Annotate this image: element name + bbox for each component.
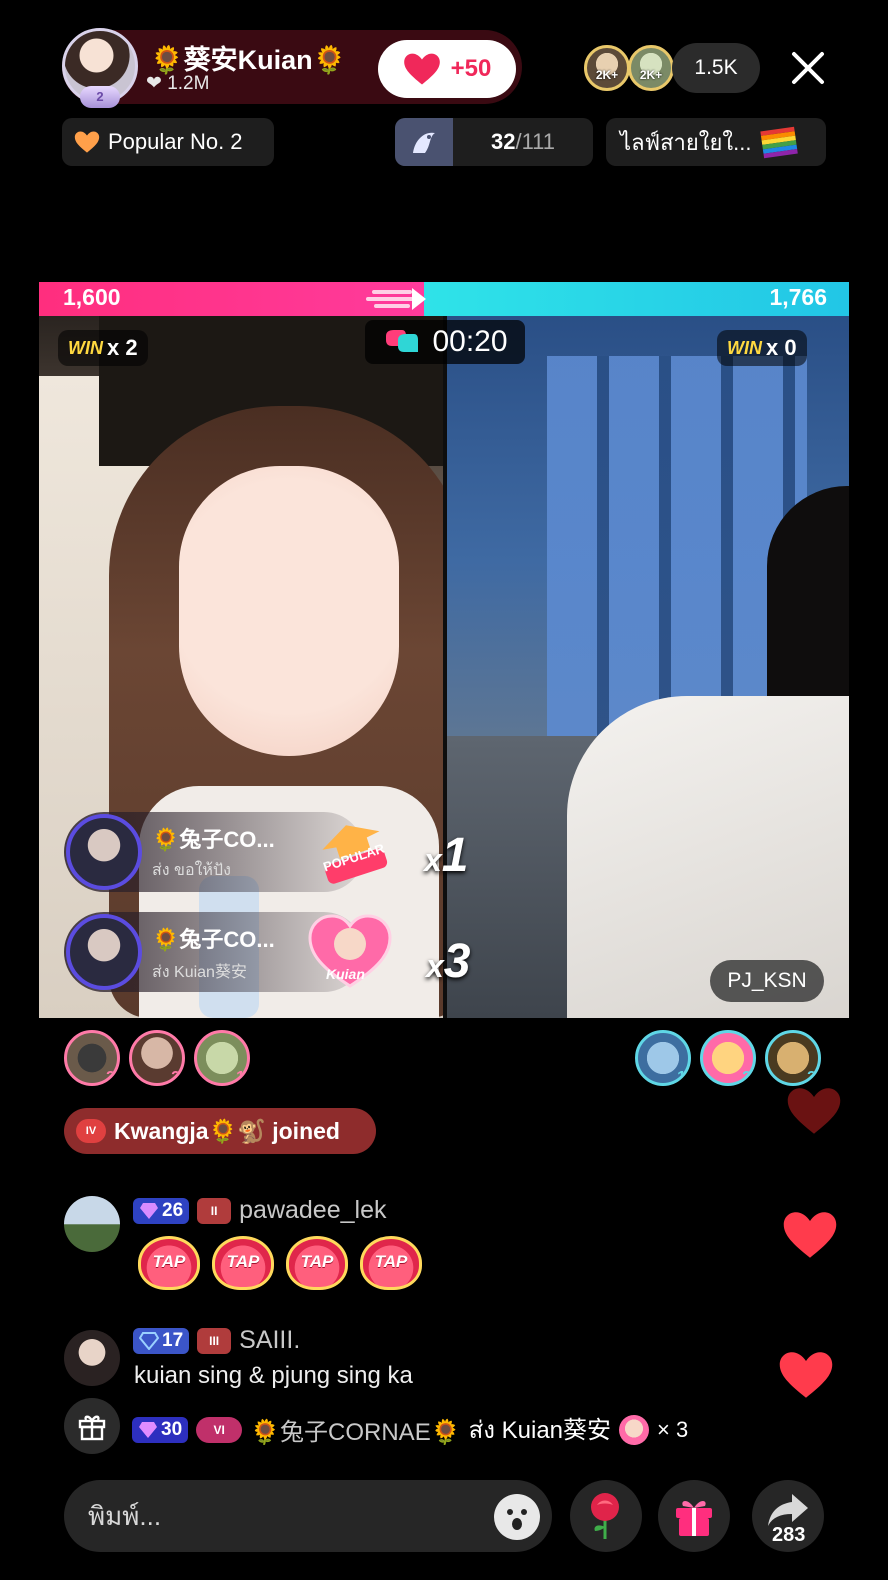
gifter-avatar[interactable] [66, 914, 142, 990]
heart-icon [403, 53, 440, 85]
diamond-icon [140, 1202, 158, 1219]
fan-badge: II [197, 1197, 232, 1224]
right-score: 1,766 [769, 284, 827, 310]
ranking-value: 32/111 [490, 129, 556, 154]
viewer-gift-tag: 2K+ [595, 68, 619, 82]
rose-gift-button[interactable] [570, 1480, 642, 1552]
comment-username[interactable]: pawadee_lek [239, 1196, 386, 1225]
user-level-badge: 17 [133, 1327, 190, 1354]
comment-input[interactable] [88, 1480, 468, 1552]
left-supporter-avatar[interactable]: 1 [194, 1030, 250, 1086]
battle-timer-value: 00:20 [432, 325, 508, 358]
gift-multiplier: x3 [426, 935, 471, 988]
comment-input-wrapper[interactable] [64, 1480, 552, 1552]
level-badge: IV [76, 1119, 106, 1143]
heart-icon [74, 131, 100, 153]
host-likes: ❤ 1.2M [146, 72, 209, 95]
user-level-badge: 26 [133, 1197, 190, 1224]
opponent-video[interactable] [447, 316, 849, 1018]
top-viewer-avatar[interactable]: 2K+ [628, 45, 674, 91]
gifter-avatar[interactable] [66, 814, 142, 890]
tap-sticker: TAP [286, 1236, 348, 1290]
top-viewer-avatar[interactable]: 2K+ [584, 45, 630, 91]
gift-description: ส่ง Kuian葵安 [152, 964, 247, 981]
left-score: 1,600 [63, 284, 121, 310]
viewer-count[interactable]: 1.5K [672, 43, 760, 93]
live-title-chip[interactable]: ไลฟ์สายใยใ... [606, 118, 826, 166]
comment-text: kuian sing & pjung sing ka [134, 1362, 413, 1389]
ranking-chip[interactable]: 32/111 [395, 118, 593, 166]
gift-banner[interactable]: 🌻兔子CO... ส่ง ขอให้ปัง POPULAR [64, 812, 388, 892]
join-text: Kwangja🌻🐒 joined [114, 1117, 340, 1144]
right-supporter-avatar[interactable]: 3 [765, 1030, 821, 1086]
host-face [179, 466, 399, 756]
left-supporter-avatar[interactable]: 3 [64, 1030, 120, 1086]
battle-gloves-icon [386, 330, 419, 352]
gift-action: ส่ง Kuian葵安 [468, 1417, 612, 1444]
gift-sticker-icon [619, 1414, 650, 1445]
diamond-icon [139, 1421, 157, 1438]
user-level-badge: 30 [132, 1416, 189, 1443]
gift-description: ส่ง ขอให้ปัง [152, 862, 231, 879]
tap-sticker: TAP [138, 1236, 200, 1290]
comment-header: 26 II pawadee_lek [133, 1196, 386, 1225]
gift-multiplier: x1 [424, 829, 469, 882]
right-win-streak: WIN x 0 [717, 330, 807, 366]
follow-label: +50 [450, 55, 492, 82]
gift-sender[interactable]: 🌻兔子CORNAE🌻 [250, 1412, 460, 1447]
gifter-name: 🌻兔子CO... [152, 827, 275, 852]
close-icon[interactable] [788, 48, 828, 88]
floating-heart-icon [779, 1352, 833, 1398]
comment-username[interactable]: SAIII. [239, 1326, 300, 1355]
diamond-icon [139, 1331, 159, 1350]
host-likes-count: 1.2M [167, 73, 210, 94]
fan-badge: VI [196, 1416, 243, 1443]
gift-outline-icon [78, 1415, 106, 1441]
fan-badge: III [197, 1327, 232, 1354]
follow-button[interactable]: +50 [378, 40, 516, 98]
floating-heart-icon [783, 1212, 837, 1258]
right-supporter-avatar[interactable]: 1 [635, 1030, 691, 1086]
commenter-avatar[interactable] [64, 1330, 120, 1386]
viewer-gift-tag: 2K+ [639, 68, 663, 82]
tap-sticker: TAP [212, 1236, 274, 1290]
gifter-name: 🌻兔子CO... [152, 927, 275, 952]
floating-heart-icon [787, 1088, 841, 1134]
tap-sticker: TAP [360, 1236, 422, 1290]
gift-button[interactable] [658, 1480, 730, 1552]
battle-score-bar: 1,600 1,766 [39, 282, 849, 316]
emoji-icon[interactable] [494, 1494, 540, 1540]
gift-history-button[interactable] [64, 1398, 120, 1454]
comment-header: 17 III SAIII. [133, 1326, 300, 1355]
host-level-badge: 2 [80, 86, 120, 108]
rose-icon [591, 1493, 619, 1539]
bird-icon [395, 118, 453, 166]
popular-gift-icon: POPULAR [314, 820, 394, 884]
kuian-heart-gift-icon: Kuian [308, 914, 392, 990]
gift-count: × 3 [657, 1416, 689, 1442]
left-supporter-avatar[interactable]: 2 [129, 1030, 185, 1086]
popular-rank-chip[interactable]: Popular No. 2 [62, 118, 274, 166]
commenter-avatar[interactable] [64, 1196, 120, 1252]
opponent-name[interactable]: PJ_KSN [710, 960, 824, 1002]
popular-rank-label: Popular No. 2 [108, 129, 243, 154]
share-arrow-icon [768, 1494, 808, 1526]
gift-box-icon [676, 1501, 712, 1536]
gift-banner[interactable]: 🌻兔子CO... ส่ง Kuian葵安 Kuian [64, 912, 392, 992]
battle-knob-icon [366, 288, 426, 310]
heart-icon: ❤ [146, 73, 162, 94]
share-count: 283 [772, 1524, 806, 1546]
gift-notice: 30 VI 🌻兔子CORNAE🌻 ส่ง Kuian葵安 × 3 [132, 1410, 688, 1449]
left-win-streak: WIN x 2 [58, 330, 148, 366]
live-title: ไลฟ์สายใยใ... [620, 129, 752, 155]
right-supporter-avatar[interactable]: 2 [700, 1030, 756, 1086]
rainbow-flag-icon [759, 126, 798, 159]
battle-timer: 00:20 [365, 320, 525, 364]
join-notice: IV Kwangja🌻🐒 joined [64, 1108, 376, 1154]
